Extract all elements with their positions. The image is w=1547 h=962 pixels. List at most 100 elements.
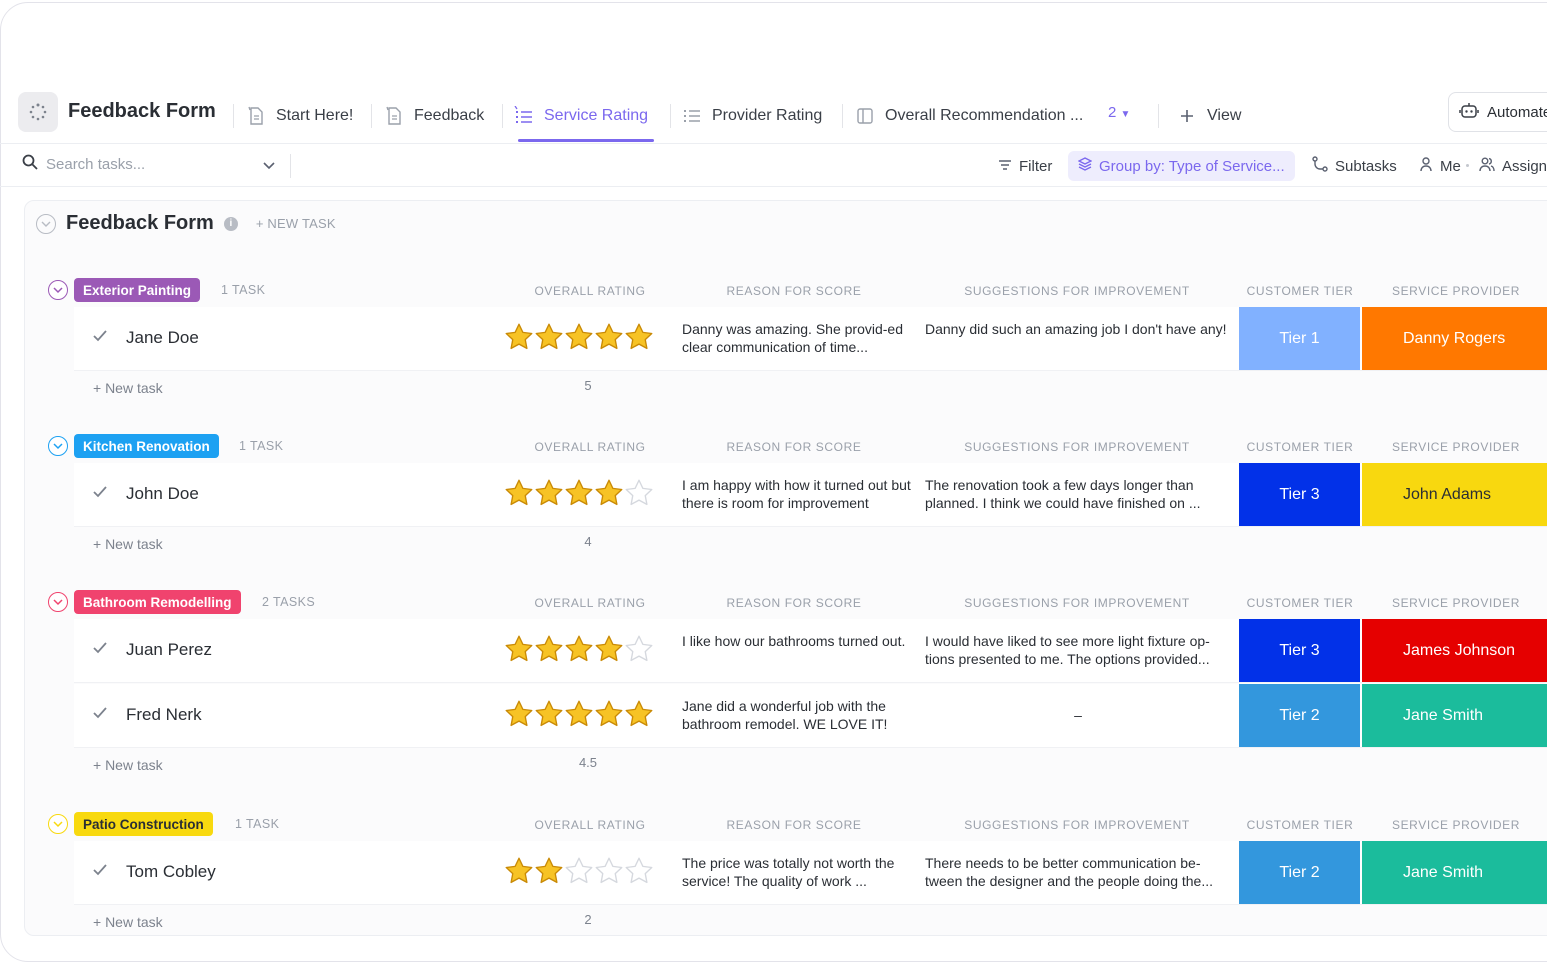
column-header-overall-rating[interactable]: OVERALL RATING: [534, 284, 645, 298]
column-header-overall-rating[interactable]: OVERALL RATING: [534, 440, 645, 454]
star-filled-icon: [595, 700, 623, 727]
column-header-suggestions[interactable]: SUGGESTIONS FOR IMPROVEMENT: [964, 818, 1190, 832]
service-provider-cell[interactable]: James Johnson: [1362, 619, 1547, 682]
user-icon: [1419, 156, 1433, 176]
list-title: Feedback Form: [66, 212, 214, 234]
customer-tier-cell[interactable]: Tier 2: [1239, 841, 1360, 904]
checkmark-icon[interactable]: [92, 641, 108, 660]
service-provider-cell[interactable]: Jane Smith: [1362, 684, 1547, 747]
table-row[interactable]: Jane Doe Danny was amazing. She provid-ed…: [74, 307, 1547, 371]
column-header-customer-tier[interactable]: CUSTOMER TIER: [1247, 440, 1354, 454]
column-header-overall-rating[interactable]: OVERALL RATING: [534, 596, 645, 610]
column-header-customer-tier[interactable]: CUSTOMER TIER: [1247, 284, 1354, 298]
customer-tier-cell[interactable]: Tier 2: [1239, 684, 1360, 747]
checkmark-icon[interactable]: [92, 329, 108, 348]
star-filled-icon: [595, 323, 623, 350]
column-header-overall-rating[interactable]: OVERALL RATING: [534, 818, 645, 832]
table-row[interactable]: Fred Nerk Jane did a wonderful job with t…: [74, 684, 1547, 748]
rating-stars[interactable]: [504, 856, 654, 886]
rating-stars[interactable]: [504, 634, 654, 664]
rating-stars[interactable]: [504, 478, 654, 508]
group-by-button[interactable]: Group by: Type of Service...: [1068, 151, 1295, 181]
column-header-service-provider[interactable]: SERVICE PROVIDER: [1392, 440, 1520, 454]
tab-label: Start Here!: [276, 107, 354, 124]
new-task-button[interactable]: + NEW TASK: [256, 216, 336, 231]
checkmark-icon[interactable]: [92, 863, 108, 882]
star-filled-icon: [505, 479, 533, 506]
automate-button[interactable]: Automate: [1448, 92, 1547, 132]
customer-tier-cell[interactable]: Tier 3: [1239, 463, 1360, 526]
group-badge[interactable]: Kitchen Renovation: [74, 434, 219, 458]
service-provider-cell[interactable]: Jane Smith: [1362, 841, 1547, 904]
collapse-group-icon[interactable]: [48, 592, 68, 612]
rating-stars[interactable]: [504, 322, 654, 352]
task-name[interactable]: John Doe: [126, 484, 199, 504]
task-name[interactable]: Jane Doe: [126, 328, 199, 348]
column-header-suggestions[interactable]: SUGGESTIONS FOR IMPROVEMENT: [964, 284, 1190, 298]
chevron-down-icon[interactable]: [262, 158, 276, 176]
me-filter-button[interactable]: Me: [1419, 151, 1461, 181]
star-filled-icon: [505, 323, 533, 350]
column-header-suggestions[interactable]: SUGGESTIONS FOR IMPROVEMENT: [964, 440, 1190, 454]
star-filled-icon: [535, 479, 563, 506]
rating-stars[interactable]: [504, 699, 654, 729]
column-header-service-provider[interactable]: SERVICE PROVIDER: [1392, 818, 1520, 832]
collapse-group-icon[interactable]: [48, 814, 68, 834]
list-space-icon[interactable]: [18, 92, 58, 132]
task-name[interactable]: Fred Nerk: [126, 705, 202, 725]
new-task-button[interactable]: + New task: [93, 380, 163, 396]
table-row[interactable]: Juan Perez I like how our bathrooms turne…: [74, 619, 1547, 683]
more-tabs-dropdown[interactable]: 2 ▼: [1108, 104, 1130, 121]
table-row[interactable]: John Doe I am happy with how it turned ou…: [74, 463, 1547, 527]
column-header-suggestions[interactable]: SUGGESTIONS FOR IMPROVEMENT: [964, 596, 1190, 610]
service-provider-cell[interactable]: John Adams: [1362, 463, 1547, 526]
info-icon[interactable]: i: [223, 216, 238, 231]
table-row[interactable]: Tom Cobley The price was totally not wort…: [74, 841, 1547, 905]
column-header-reason[interactable]: REASON FOR SCORE: [727, 284, 862, 298]
new-task-button[interactable]: + New task: [93, 536, 163, 552]
new-task-button[interactable]: + New task: [93, 914, 163, 930]
tab-start-here[interactable]: Start Here!: [246, 88, 353, 144]
column-header-reason[interactable]: REASON FOR SCORE: [727, 596, 862, 610]
column-header-customer-tier[interactable]: CUSTOMER TIER: [1247, 596, 1354, 610]
dot-divider: [1466, 164, 1469, 167]
column-header-reason[interactable]: REASON FOR SCORE: [727, 818, 862, 832]
column-header-reason[interactable]: REASON FOR SCORE: [727, 440, 862, 454]
task-name[interactable]: Tom Cobley: [126, 862, 216, 882]
filter-button[interactable]: Filter: [998, 151, 1052, 181]
group-badge[interactable]: Bathroom Remodelling: [74, 590, 241, 614]
collapse-group-icon[interactable]: [48, 280, 68, 300]
new-task-button[interactable]: + New task: [93, 757, 163, 773]
tab-service-rating[interactable]: Service Rating: [514, 88, 648, 144]
checkmark-icon[interactable]: [92, 485, 108, 504]
tab-label: Overall Recommendation ...: [885, 107, 1084, 124]
tab-feedback[interactable]: Feedback: [384, 88, 484, 144]
search-input[interactable]: Search tasks...: [22, 154, 145, 174]
column-header-service-provider[interactable]: SERVICE PROVIDER: [1392, 284, 1520, 298]
robot-icon: [1459, 101, 1479, 123]
star-filled-icon: [535, 700, 563, 727]
tab-provider-rating[interactable]: Provider Rating: [682, 88, 822, 144]
subtasks-icon: [1312, 156, 1328, 176]
checkmark-icon[interactable]: [92, 706, 108, 725]
task-name[interactable]: Juan Perez: [126, 640, 212, 660]
service-provider-cell[interactable]: Danny Rogers: [1362, 307, 1547, 370]
add-view-button[interactable]: View: [1177, 88, 1241, 144]
column-header-customer-tier[interactable]: CUSTOMER TIER: [1247, 818, 1354, 832]
collapse-group-icon[interactable]: [48, 436, 68, 456]
assign-button[interactable]: Assign: [1479, 151, 1547, 181]
collapse-list-icon[interactable]: [36, 213, 56, 234]
tab-overall-recommendation[interactable]: Overall Recommendation ...: [855, 88, 1083, 144]
group-badge[interactable]: Exterior Painting: [74, 278, 201, 302]
customer-tier-cell[interactable]: Tier 3: [1239, 619, 1360, 682]
customer-tier-cell[interactable]: Tier 1: [1239, 307, 1360, 370]
search-placeholder: Search tasks...: [46, 155, 146, 173]
tab-label: Provider Rating: [712, 107, 823, 124]
group-badge[interactable]: Patio Construction: [74, 812, 213, 836]
rating-average: 4.5: [578, 755, 598, 770]
column-header-service-provider[interactable]: SERVICE PROVIDER: [1392, 596, 1520, 610]
star-filled-icon: [595, 479, 623, 506]
star-filled-icon: [505, 857, 533, 884]
subtasks-button[interactable]: Subtasks: [1312, 151, 1397, 181]
active-tab-indicator: [518, 139, 654, 142]
